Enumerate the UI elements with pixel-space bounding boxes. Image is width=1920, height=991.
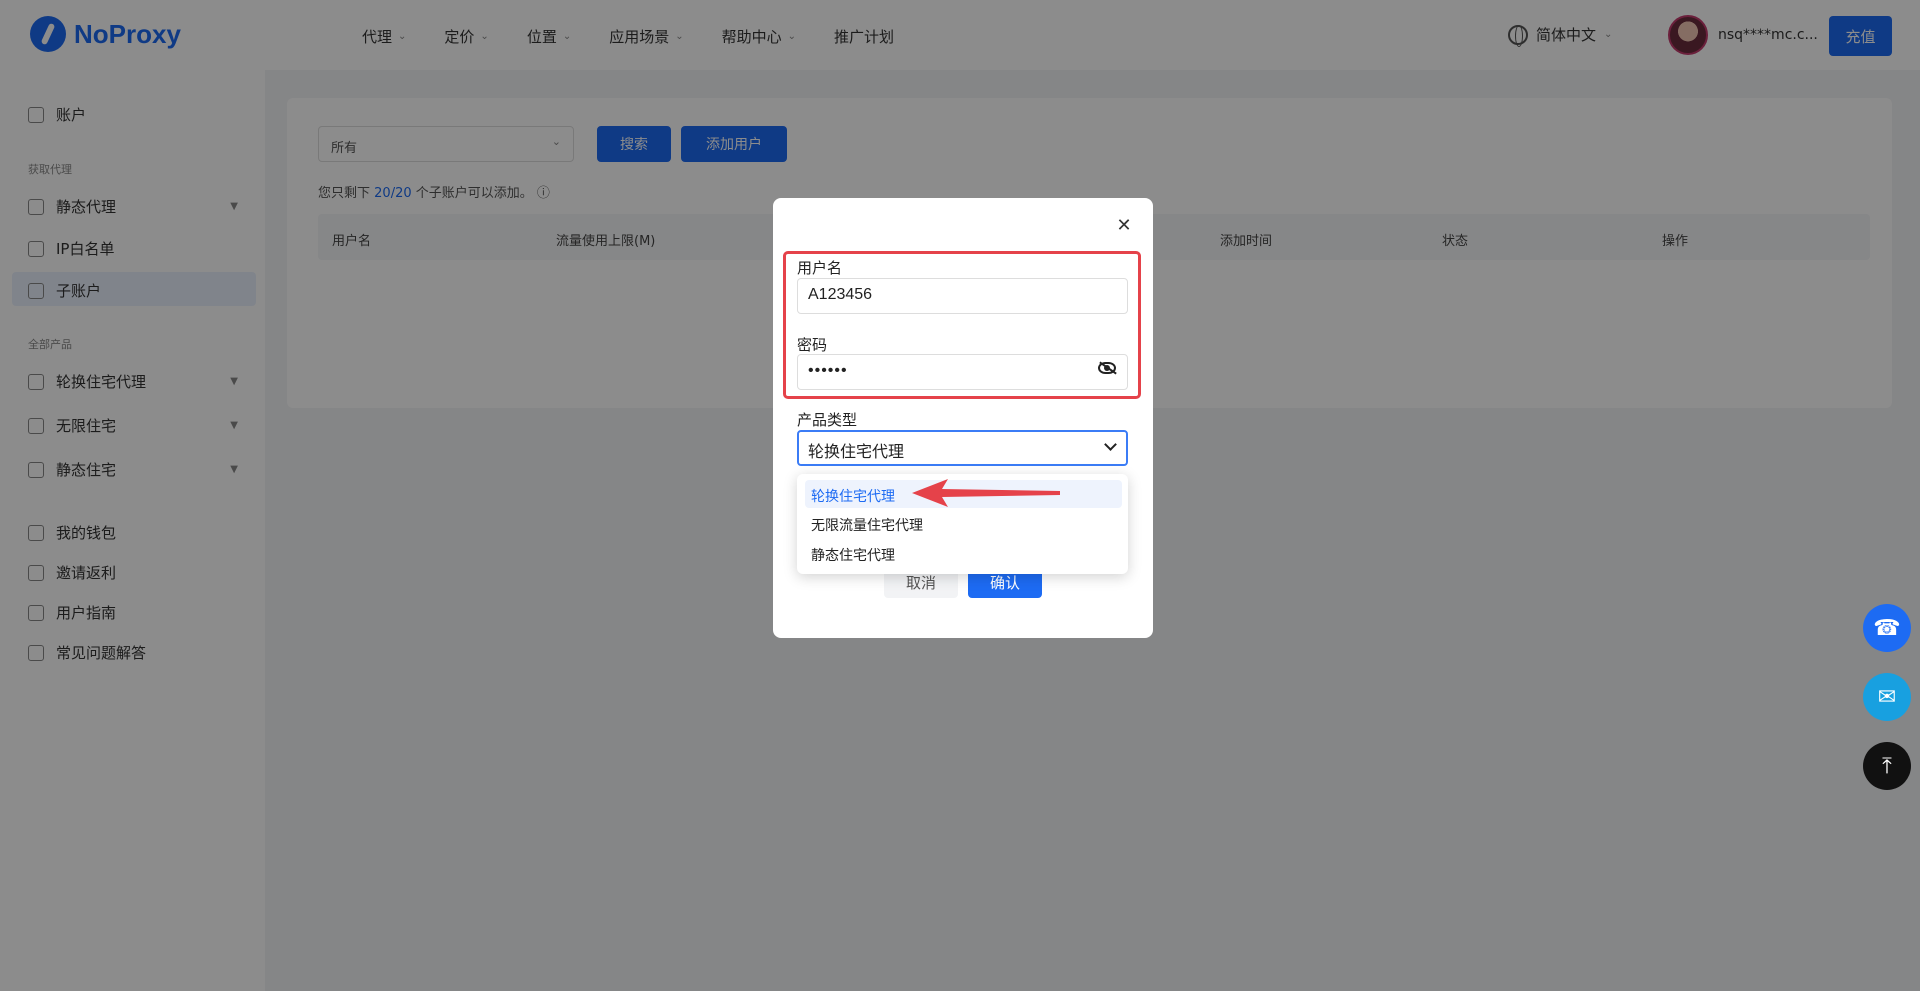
red-arrow-annotation bbox=[912, 479, 1060, 507]
username-field[interactable]: A123456 bbox=[797, 278, 1128, 314]
arrow-shape bbox=[912, 479, 1060, 507]
product-type-select[interactable]: 轮换住宅代理 bbox=[797, 430, 1128, 466]
customer-service-icon[interactable]: ☎ bbox=[1863, 604, 1911, 652]
close-icon[interactable]: ✕ bbox=[1114, 216, 1134, 236]
eye-icon[interactable] bbox=[1098, 362, 1116, 374]
back-to-top-icon[interactable]: ⤒ bbox=[1863, 742, 1911, 790]
product-type-label: 产品类型 bbox=[797, 411, 858, 429]
password-label: 密码 bbox=[797, 336, 828, 354]
option-unlimited-residential[interactable]: 无限流量住宅代理 bbox=[805, 509, 1122, 537]
option-static-residential[interactable]: 静态住宅代理 bbox=[805, 539, 1122, 567]
username-label: 用户名 bbox=[797, 259, 843, 277]
mail-icon[interactable]: ✉ bbox=[1863, 673, 1911, 721]
password-field[interactable]: •••••• bbox=[797, 354, 1128, 390]
